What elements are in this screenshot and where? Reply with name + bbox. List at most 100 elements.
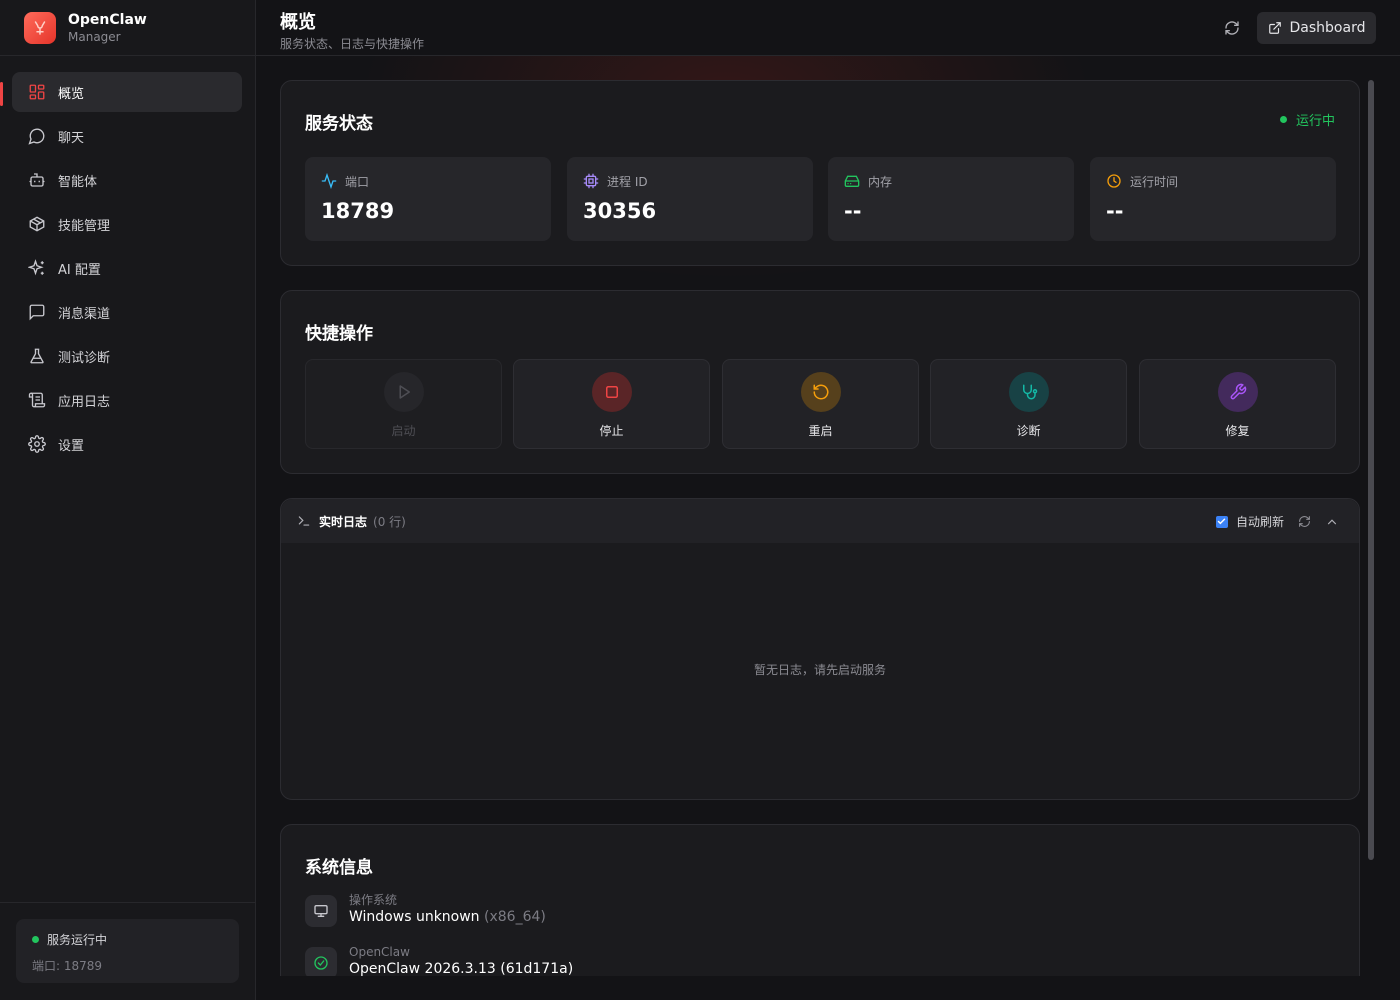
status-dot xyxy=(32,935,39,943)
page-title: 概览 xyxy=(280,12,316,33)
package-icon xyxy=(29,216,45,232)
stat-memory: 内存 -- xyxy=(828,157,1074,241)
stop-icon xyxy=(605,386,618,398)
stat-label: 内存 xyxy=(868,174,893,189)
quick-actions-card: 快捷操作 启动 停止 重启 诊断 修复 xyxy=(280,290,1360,474)
sidebar-item-label: 测试诊断 xyxy=(58,350,111,366)
os-name: Windows unknown xyxy=(349,909,480,925)
sidebar-item-skills[interactable]: 技能管理 xyxy=(12,204,242,244)
page-header: 概览 服务状态、日志与快捷操作 Dashboard xyxy=(256,0,1400,56)
refresh-logs-icon[interactable] xyxy=(1298,515,1311,528)
dashboard-grid-icon xyxy=(29,84,45,100)
wrench-icon xyxy=(1230,383,1246,400)
stethoscope-icon xyxy=(1022,384,1037,400)
app-info-row: OpenClaw OpenClaw 2026.3.13 (61d171a) xyxy=(305,945,573,976)
stat-value: 30356 xyxy=(583,199,657,223)
sidebar-item-agents[interactable]: 智能体 xyxy=(12,160,242,200)
stat-label: 运行时间 xyxy=(1130,174,1179,189)
external-link-icon xyxy=(1268,22,1281,34)
sidebar-item-label: 应用日志 xyxy=(58,394,111,410)
message-square-icon xyxy=(29,304,45,321)
sidebar-item-label: AI 配置 xyxy=(58,262,101,278)
app-logo xyxy=(24,11,56,44)
logs-header: 实时日志 (0 行) 自动刷新 xyxy=(281,499,1359,543)
quick-actions-title: 快捷操作 xyxy=(305,324,373,344)
os-arch: (x86_64) xyxy=(484,909,546,925)
flask-icon xyxy=(30,348,44,364)
brand: OpenClaw Manager xyxy=(0,0,255,56)
system-info-card: 系统信息 操作系统 Windows unknown (x86_64) OpenC… xyxy=(280,824,1360,976)
dashboard-button-label: Dashboard xyxy=(1289,20,1366,36)
realtime-logs-card: 实时日志 (0 行) 自动刷新 暂无日志，请先启动服务 xyxy=(280,498,1360,800)
refresh-button[interactable] xyxy=(1218,16,1246,40)
gear-icon xyxy=(28,435,46,453)
service-status-title: 服务状态 xyxy=(305,114,373,134)
main-scrollbar[interactable] xyxy=(1368,80,1374,860)
page-subtitle: 服务状态、日志与快捷操作 xyxy=(280,37,425,51)
play-icon xyxy=(399,385,410,399)
sidebar-item-diagnostics[interactable]: 测试诊断 xyxy=(12,336,242,376)
running-status-text: 运行中 xyxy=(1295,114,1335,129)
sidebar-item-overview[interactable]: 概览 xyxy=(0,72,242,112)
service-status-card: 服务运行中 端口: 18789 xyxy=(16,919,239,983)
stat-label: 进程 ID xyxy=(607,174,648,189)
os-label: 操作系统 xyxy=(349,893,398,907)
activity-icon xyxy=(321,173,337,189)
sidebar-item-label: 消息渠道 xyxy=(58,306,111,322)
sidebar-footer: 服务运行中 端口: 18789 xyxy=(0,902,255,1000)
stop-button[interactable]: 停止 xyxy=(513,359,710,449)
service-status-card: 服务状态 运行中 端口 18789 进程 ID 30356 内存 -- 运行时间… xyxy=(280,80,1360,266)
logs-title: 实时日志 xyxy=(319,514,368,529)
app-label: OpenClaw xyxy=(349,945,410,959)
check-icon xyxy=(1218,518,1226,525)
sidebar-item-channels[interactable]: 消息渠道 xyxy=(12,292,242,332)
terminal-icon xyxy=(298,516,310,526)
os-value: Windows unknown (x86_64) xyxy=(349,907,546,927)
status-dot xyxy=(1279,116,1287,123)
hard-drive-icon xyxy=(844,175,860,187)
chevron-up-icon[interactable] xyxy=(1325,515,1339,529)
action-label: 诊断 xyxy=(1016,424,1041,438)
app-version: OpenClaw 2026.3.13 (61d171a) xyxy=(349,961,574,976)
action-label: 修复 xyxy=(1225,424,1250,438)
chat-bubble-icon xyxy=(28,128,45,145)
sidebar-item-app-logs[interactable]: 应用日志 xyxy=(12,380,242,420)
sidebar-item-chat[interactable]: 聊天 xyxy=(12,116,242,156)
check-circle-icon xyxy=(314,956,328,970)
action-label: 启动 xyxy=(391,424,416,438)
scroll-icon xyxy=(28,392,46,408)
sidebar-item-label: 聊天 xyxy=(58,130,85,146)
stat-pid: 进程 ID 30356 xyxy=(567,157,813,241)
sidebar-item-label: 概览 xyxy=(58,86,85,102)
sidebar-item-ai-config[interactable]: AI 配置 xyxy=(12,248,242,288)
dashboard-button[interactable]: Dashboard xyxy=(1257,12,1376,44)
cpu-icon xyxy=(583,173,599,189)
action-label: 重启 xyxy=(808,424,833,438)
clock-icon xyxy=(1107,174,1121,188)
sidebar-nav: 概览 聊天 智能体 技能管理 AI 配置 消息渠道 测试诊断 应用日志 设置 xyxy=(0,56,255,464)
auto-refresh-checkbox[interactable] xyxy=(1215,515,1228,528)
system-info-title: 系统信息 xyxy=(305,858,373,878)
stat-uptime: 运行时间 -- xyxy=(1090,157,1336,241)
sidebar-item-label: 技能管理 xyxy=(58,218,111,234)
refresh-icon xyxy=(1225,21,1239,35)
diagnose-button[interactable]: 诊断 xyxy=(930,359,1127,449)
sidebar-item-settings[interactable]: 设置 xyxy=(12,424,242,464)
robot-icon xyxy=(29,173,45,187)
brand-name: OpenClaw xyxy=(68,11,147,28)
sidebar-item-label: 智能体 xyxy=(58,174,98,190)
action-label: 停止 xyxy=(599,424,624,438)
restart-button[interactable]: 重启 xyxy=(722,359,919,449)
stat-value: -- xyxy=(844,199,862,223)
stat-port: 端口 18789 xyxy=(305,157,551,241)
sidebar-item-label: 设置 xyxy=(58,438,85,454)
main-content: 服务状态 运行中 端口 18789 进程 ID 30356 内存 -- 运行时间… xyxy=(256,56,1400,976)
monitor-icon xyxy=(314,905,328,917)
running-status-badge: 运行中 xyxy=(1279,110,1335,129)
repair-button[interactable]: 修复 xyxy=(1139,359,1336,449)
logs-count: (0 行) xyxy=(373,514,406,529)
logs-empty-message: 暂无日志，请先启动服务 xyxy=(753,663,886,677)
start-button[interactable]: 启动 xyxy=(305,359,502,449)
sparkles-icon xyxy=(28,259,44,276)
os-info-row: 操作系统 Windows unknown (x86_64) xyxy=(305,893,546,927)
